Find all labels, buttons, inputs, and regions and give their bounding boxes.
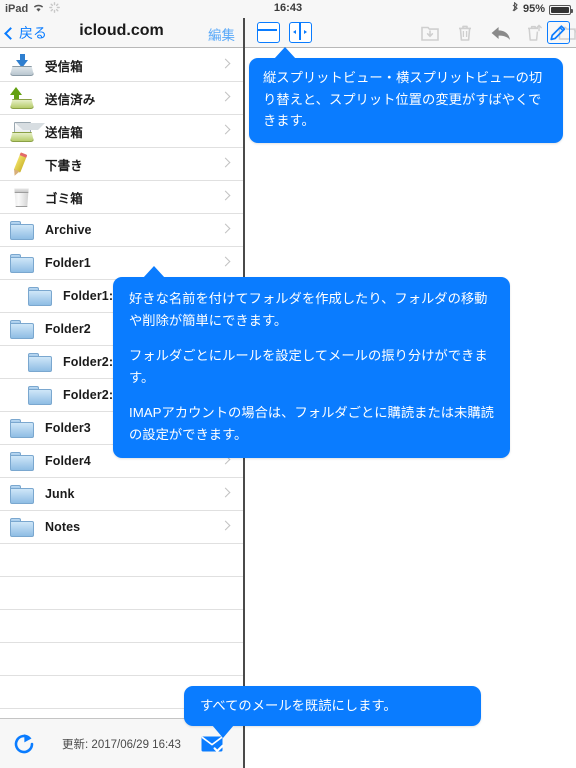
tooltip-split-view-text: 縦スプリットビュー・横スプリットビューの切り替えと、スプリット位置の変更がすばや…	[263, 70, 543, 128]
mailbox-row-label: Folder1	[45, 256, 91, 270]
mailbox-row-label: 送信済み	[45, 92, 96, 107]
tooltip-tail-down-icon	[212, 725, 234, 738]
tooltip-tail-up-icon	[143, 266, 165, 278]
edit-button[interactable]: 編集	[208, 24, 235, 44]
tooltip-folders-paragraph-1: 好きな名前を付けてフォルダを作成したり、フォルダの移動や削除が簡単にできます。	[129, 291, 488, 328]
mailbox-row-label: Archive	[45, 223, 92, 237]
chevron-right-icon	[220, 520, 231, 531]
mailbox-row[interactable]: 下書き	[0, 148, 243, 181]
sent-icon	[9, 86, 35, 110]
status-bar: iPad 16:43 95%	[0, 0, 576, 18]
mailbox-row[interactable]: Archive	[0, 214, 243, 247]
chevron-right-icon	[220, 91, 231, 102]
folder-icon	[9, 482, 35, 506]
mailbox-row-empty	[0, 544, 243, 577]
mailbox-row-label: ゴミ箱	[45, 191, 83, 206]
folder-icon	[9, 515, 35, 539]
mailbox-row-empty	[0, 610, 243, 643]
delete-icon[interactable]	[455, 23, 475, 43]
mailbox-row[interactable]: 送信箱	[0, 115, 243, 148]
chevron-right-icon	[220, 157, 231, 168]
battery-icon	[549, 4, 573, 15]
outbox-icon	[9, 119, 45, 143]
mailbox-row[interactable]: 受信箱	[0, 49, 243, 82]
tooltip-folders: 好きな名前を付けてフォルダを作成したり、フォルダの移動や削除が簡単にできます。 …	[113, 266, 510, 458]
mailbox-row-label: Folder2:2	[63, 388, 121, 402]
compose-icon[interactable]	[547, 21, 570, 44]
folder-icon	[27, 383, 53, 407]
drafts-icon	[9, 152, 35, 176]
mailbox-row-label: Folder2:1	[63, 355, 121, 369]
sidebar-nav-bar: 戻る icloud.com 編集	[0, 18, 243, 48]
status-bar-right: 95%	[511, 1, 573, 17]
mailbox-row[interactable]: ゴミ箱	[0, 181, 243, 214]
folder-icon	[9, 218, 35, 242]
mailbox-row-label: 下書き	[45, 158, 83, 173]
chevron-right-icon	[220, 256, 231, 267]
inbox-icon	[9, 53, 35, 77]
mailbox-row-empty	[0, 577, 243, 610]
bluetooth-icon	[511, 1, 519, 17]
split-view-horizontal-button[interactable]	[289, 22, 312, 43]
mailbox-row-label: 送信箱	[45, 125, 83, 140]
folder-icon	[9, 317, 35, 341]
mailbox-row-empty	[0, 643, 243, 676]
split-view-vertical-button[interactable]	[257, 22, 280, 43]
folder-icon	[27, 284, 53, 308]
mailbox-row-label: Folder3	[45, 421, 91, 435]
folder-icon	[27, 350, 53, 374]
delete-folder-icon[interactable]	[525, 23, 545, 43]
tooltip-mark-all-read-text: すべてのメールを既読にします。	[200, 698, 397, 714]
folder-icon	[9, 449, 35, 473]
tooltip-tail-up-icon	[274, 47, 296, 59]
mailbox-row-label: Notes	[45, 520, 81, 534]
chevron-right-icon	[220, 190, 231, 201]
reply-icon[interactable]	[490, 23, 510, 43]
tooltip-split-view: 縦スプリットビュー・横スプリットビューの切り替えと、スプリット位置の変更がすばや…	[249, 47, 563, 143]
battery-percent: 95%	[522, 3, 545, 15]
folder-icon	[9, 251, 35, 275]
mailbox-row-label: Folder4	[45, 454, 91, 468]
mailbox-row-label: Folder1:1	[63, 289, 121, 303]
ipad-mail-app-screen: iPad 16:43 95% 戻る icloud.com 編集 受信箱 送信済み…	[0, 0, 576, 768]
chevron-right-icon	[220, 487, 231, 498]
status-bar-clock: 16:43	[273, 2, 303, 14]
mailbox-row[interactable]: Notes	[0, 511, 243, 544]
mailbox-row-label: Junk	[45, 487, 75, 501]
mailbox-row[interactable]: Folder1	[0, 247, 243, 280]
folder-icon	[9, 416, 35, 440]
mailbox-row-label: Folder2	[45, 322, 91, 336]
archive-icon[interactable]	[420, 23, 440, 43]
chevron-right-icon	[220, 124, 231, 135]
mailbox-row[interactable]: Junk	[0, 478, 243, 511]
tooltip-mark-all-read: すべてのメールを既読にします。	[184, 686, 481, 738]
tooltip-folders-paragraph-3: IMAPアカウントの場合は、フォルダごとに購読または未購読の設定ができます。	[129, 405, 494, 442]
chevron-right-icon	[220, 58, 231, 69]
detail-toolbar	[245, 18, 576, 48]
trash-icon	[9, 185, 35, 209]
page-title: icloud.com	[79, 22, 164, 39]
mailbox-row[interactable]: 送信済み	[0, 82, 243, 115]
resize-arrows-icon	[292, 30, 308, 34]
tooltip-folders-paragraph-2: フォルダごとにルールを設定してメールの振り分けができます。	[129, 348, 488, 385]
chevron-right-icon	[220, 223, 231, 234]
mailbox-row-label: 受信箱	[45, 59, 83, 74]
